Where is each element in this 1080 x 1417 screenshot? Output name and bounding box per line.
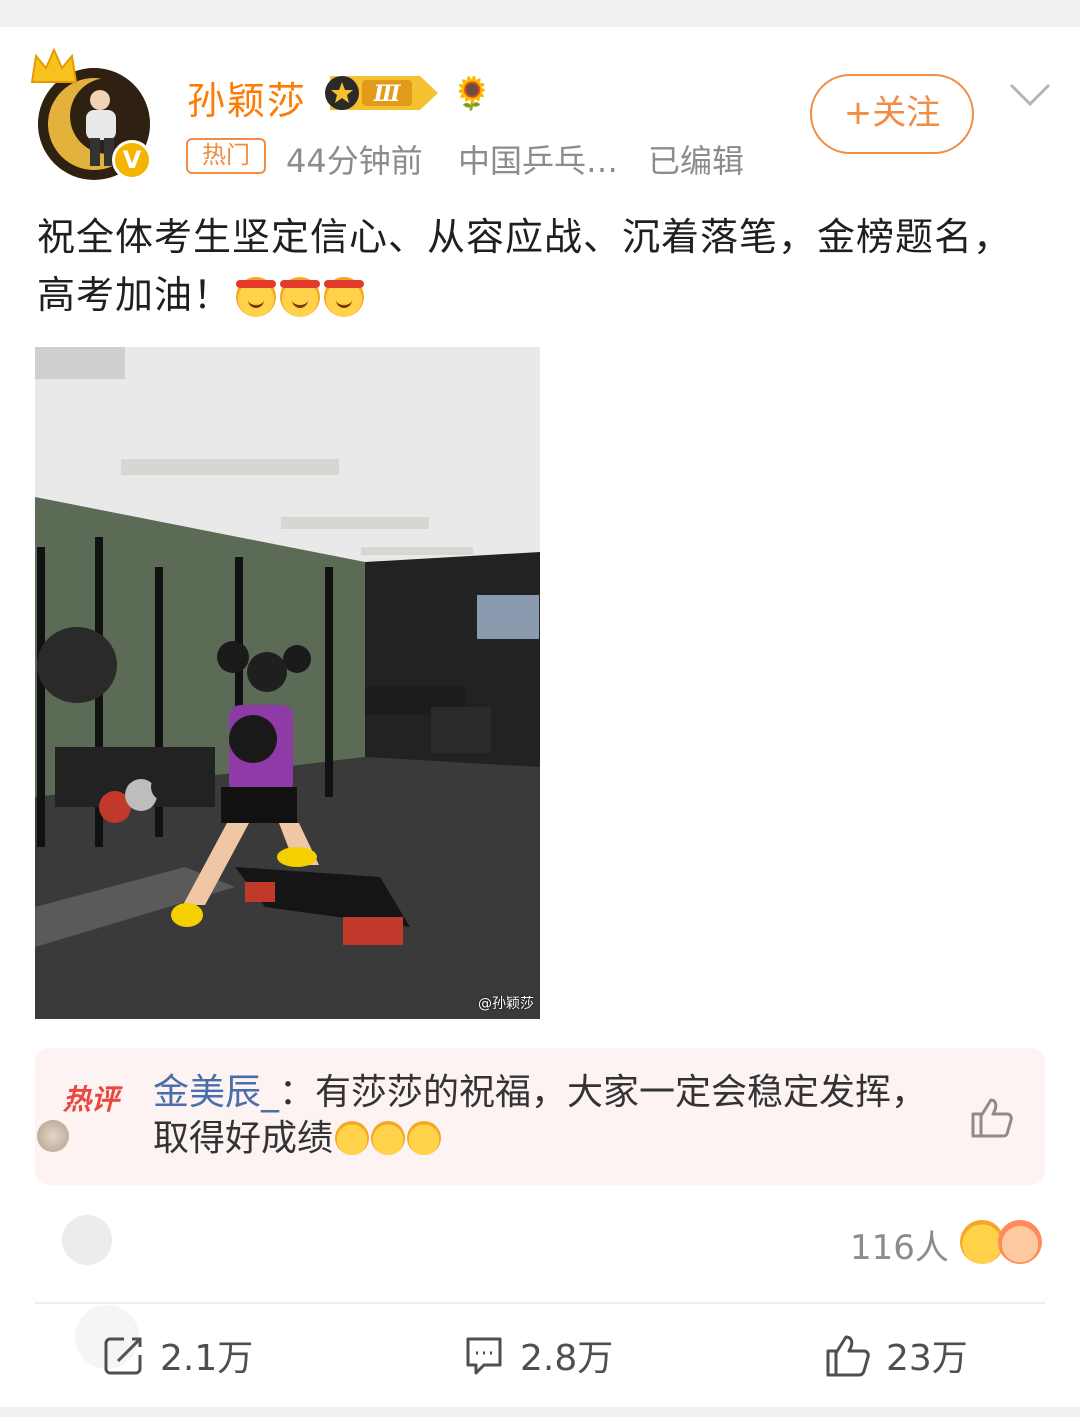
cheer-emoji-icon — [324, 276, 365, 317]
edited-label[interactable]: 已编辑 — [648, 136, 744, 182]
commenter-name[interactable]: 金美辰_ — [153, 1072, 279, 1113]
repost-button[interactable]: 2.1万 — [102, 1330, 253, 1380]
like-button[interactable]: 23万 — [824, 1330, 968, 1380]
cheer-emoji-icon — [236, 276, 277, 317]
follow-button[interactable]: +关注 — [810, 74, 974, 154]
cheer-emoji-icon — [280, 276, 321, 317]
svg-text:Ⅲ: Ⅲ — [373, 81, 402, 107]
post-text: 祝全体考生坚定信心、从容应战、沉着落笔，金榜题名，高考加油！ — [37, 208, 1047, 327]
photo-watermark: @孙颖莎 — [478, 996, 534, 1012]
sunflower-icon: 🌻 — [452, 74, 492, 112]
verified-badge-icon: V — [112, 140, 152, 180]
repost-icon — [104, 1337, 142, 1375]
divider — [35, 1302, 1045, 1304]
like-icon — [826, 1335, 870, 1377]
liked-count[interactable]: 116人 — [850, 1220, 949, 1269]
post-time: 44分钟前 — [286, 142, 423, 180]
commenter-avatar[interactable] — [37, 1120, 69, 1152]
like-count: 23万 — [886, 1338, 968, 1379]
gym-photo-drawing — [35, 347, 540, 1019]
comment-icon — [466, 1337, 502, 1375]
repost-count: 2.1万 — [160, 1338, 254, 1379]
cheer-emoji-group — [232, 269, 365, 327]
liker-avatar[interactable] — [62, 1215, 112, 1265]
comment-separator: ： — [279, 1072, 316, 1113]
post-body-text: 祝全体考生坚定信心、从容应战、沉着落笔，金榜题名，高考加油！ — [37, 215, 1013, 317]
comment-like-icon[interactable] — [967, 1094, 1015, 1142]
comment-button[interactable]: 2.8万 — [462, 1330, 613, 1380]
chevron-down-icon[interactable] — [1008, 82, 1052, 108]
crown-icon — [30, 47, 78, 83]
hot-comment-label: 热评 — [63, 1083, 120, 1116]
surprised-emoji-icon — [371, 1121, 406, 1155]
author-name[interactable]: 孙颖莎 — [187, 70, 307, 125]
level-badge-icon: Ⅲ — [325, 76, 438, 110]
comment-count: 2.8万 — [520, 1338, 614, 1379]
hot-comment-text: 金美辰_：有莎莎的祝福，大家一定会稳定发挥，取得好成绩 — [153, 1070, 943, 1162]
hot-tag: 热门 — [186, 138, 266, 174]
blessing-emoji-icon — [335, 1121, 370, 1155]
post-source[interactable]: 中国乒乓… — [458, 136, 618, 182]
post-photo[interactable]: @孙颖莎 — [35, 347, 540, 1019]
cheer-emoji-icon — [407, 1121, 442, 1155]
hug-emoji-icon — [998, 1220, 1042, 1264]
hot-comment-box[interactable]: 热评 金美辰_：有莎莎的祝福，大家一定会稳定发挥，取得好成绩 — [35, 1048, 1045, 1185]
